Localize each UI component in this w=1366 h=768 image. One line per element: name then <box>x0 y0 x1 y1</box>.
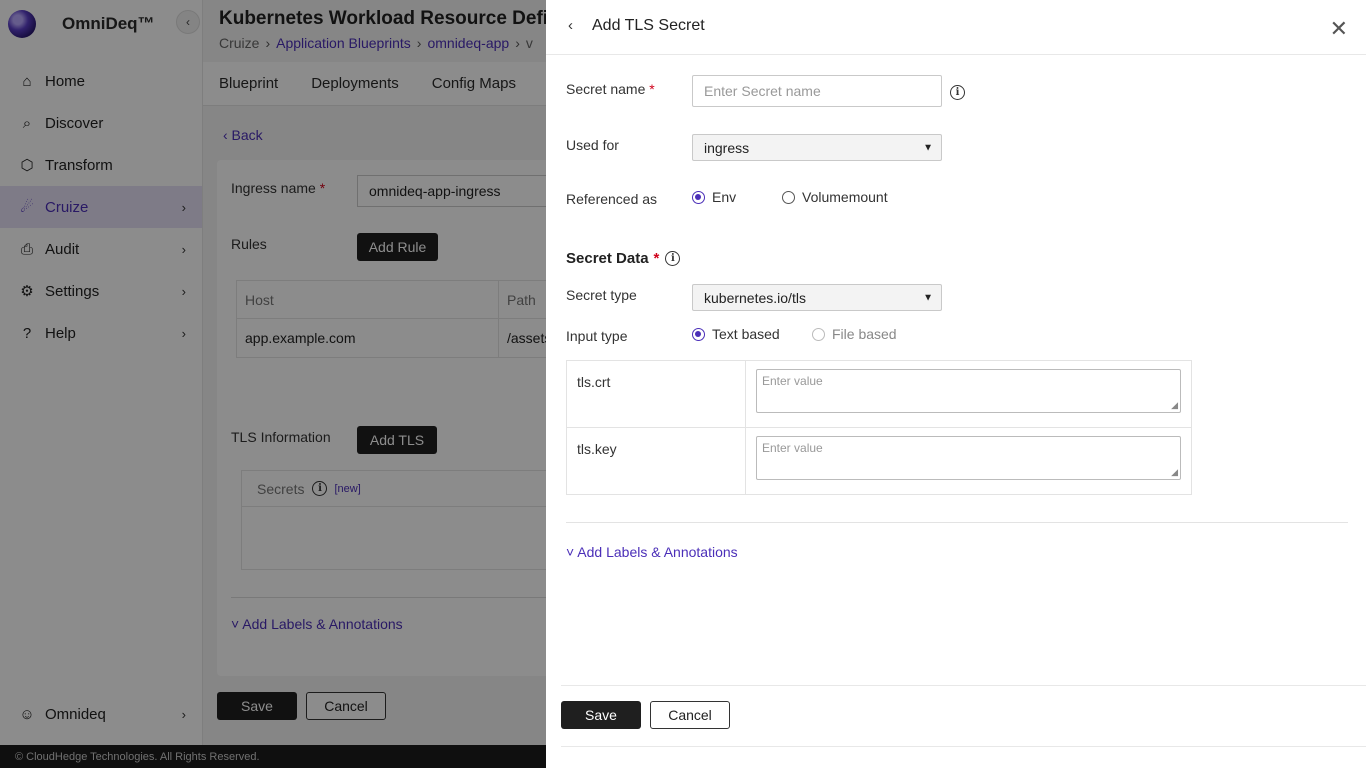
table-row: tls.key Enter value ◢ <box>567 428 1191 494</box>
radio-label: Env <box>712 189 737 205</box>
secret-data-title: Secret Data * i <box>566 250 681 267</box>
input-type-text-radio[interactable]: Text based <box>692 326 780 342</box>
required-mark: * <box>649 81 655 97</box>
radio-selected-icon <box>692 190 705 204</box>
chevron-down-icon: ▼ <box>923 142 933 153</box>
resize-handle-icon[interactable]: ◢ <box>1171 400 1178 411</box>
tls-key-textarea[interactable]: Enter value ◢ <box>756 436 1181 480</box>
required-mark: * <box>653 250 660 267</box>
secret-name-input[interactable]: Enter Secret name <box>692 75 942 107</box>
radio-selected-icon <box>692 327 705 341</box>
secret-type-value: kubernetes.io/tls <box>704 289 806 306</box>
close-icon[interactable]: ✕ <box>1330 18 1348 40</box>
table-row: tls.crt Enter value ◢ <box>567 361 1191 428</box>
back-chevron-icon[interactable]: ‹ <box>568 17 573 34</box>
resize-handle-icon[interactable]: ◢ <box>1171 467 1178 478</box>
input-type-label: Input type <box>566 328 628 344</box>
secret-value-cell: Enter value ◢ <box>746 361 1191 427</box>
info-icon[interactable]: i <box>665 251 681 266</box>
secret-name-label: Secret name * <box>566 81 655 97</box>
drawer-header: ‹ Add TLS Secret ✕ <box>546 0 1366 55</box>
input-type-file-radio: File based <box>812 326 897 342</box>
add-labels-annotations-link[interactable]: ˅ Add Labels & Annotations <box>566 544 738 560</box>
radio-label: Volumemount <box>802 189 888 205</box>
textarea-placeholder: Enter value <box>762 441 823 455</box>
secret-type-select[interactable]: kubernetes.io/tls ▼ <box>692 284 942 311</box>
save-button[interactable]: Save <box>561 701 641 729</box>
radio-label: Text based <box>712 326 780 342</box>
secret-type-label: Secret type <box>566 287 637 303</box>
secret-key-cell: tls.crt <box>567 361 746 427</box>
secret-data-table: tls.crt Enter value ◢ tls.key Enter valu… <box>566 360 1192 495</box>
cancel-button[interactable]: Cancel <box>650 701 730 729</box>
referenced-as-env-radio[interactable]: Env <box>692 189 736 205</box>
secret-data-text: Secret Data <box>566 250 649 267</box>
secret-value-cell: Enter value ◢ <box>746 428 1191 494</box>
info-icon[interactable]: i <box>950 85 965 100</box>
drawer-footer: Save Cancel <box>561 685 1366 747</box>
used-for-value: ingress <box>704 139 750 156</box>
drawer-title: Add TLS Secret <box>592 17 705 34</box>
radio-label: File based <box>832 326 897 342</box>
secret-key-cell: tls.key <box>567 428 746 494</box>
secret-name-text: Secret name <box>566 81 646 97</box>
textarea-placeholder: Enter value <box>762 374 823 388</box>
radio-disabled-icon <box>812 327 825 341</box>
referenced-as-volumemount-radio[interactable]: Volumemount <box>782 189 888 205</box>
used-for-select[interactable]: ingress ▼ <box>692 134 942 161</box>
add-tls-secret-drawer: ‹ Add TLS Secret ✕ Secret name * Enter S… <box>546 0 1366 768</box>
tls-crt-textarea[interactable]: Enter value ◢ <box>756 369 1181 413</box>
divider <box>566 522 1348 523</box>
chevron-down-icon: ▼ <box>923 292 933 303</box>
radio-unselected-icon <box>782 190 795 204</box>
used-for-label: Used for <box>566 137 619 153</box>
referenced-as-label: Referenced as <box>566 191 658 207</box>
